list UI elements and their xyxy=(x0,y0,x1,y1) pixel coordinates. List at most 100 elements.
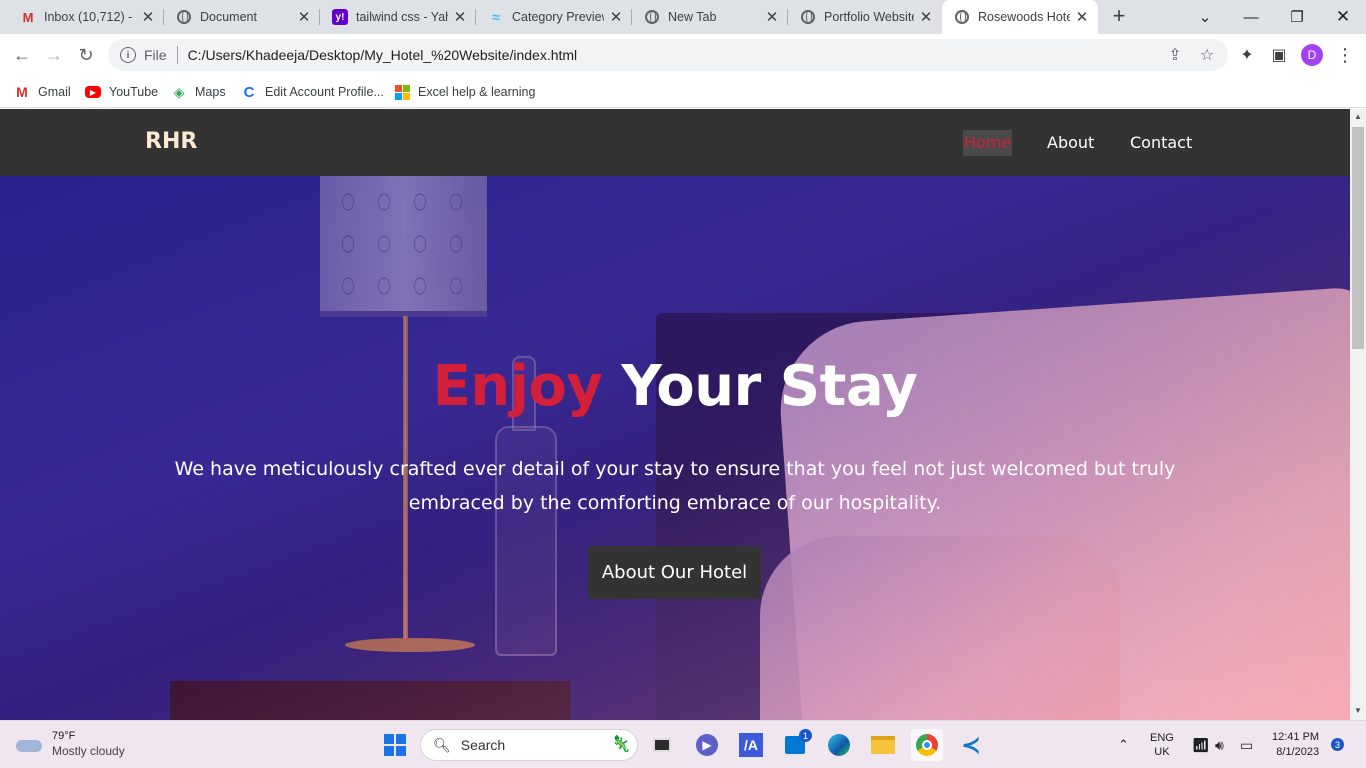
vscode-icon[interactable]: ≺ xyxy=(955,729,987,761)
tab-portfolio[interactable]: Portfolio Website ✕ xyxy=(788,0,942,34)
clock[interactable]: 12:41 PM 8/1/2023 xyxy=(1272,721,1319,768)
new-tab-button[interactable]: + xyxy=(1108,5,1130,28)
tab-title: New Tab xyxy=(668,10,717,24)
scroll-down-icon[interactable]: ▼ xyxy=(1354,707,1362,715)
hero-title-accent: Enjoy xyxy=(432,354,603,419)
show-hidden-icons[interactable]: ⌃ xyxy=(1118,721,1129,768)
back-arrow-icon[interactable]: ← xyxy=(10,43,34,67)
tab-new-tab[interactable]: New Tab ✕ xyxy=(632,0,788,34)
youtube-icon: ▶ xyxy=(85,86,101,98)
close-icon[interactable]: ✕ xyxy=(918,9,934,26)
maps-icon: ◈ xyxy=(173,83,185,100)
reload-icon[interactable]: ↻ xyxy=(74,43,98,67)
globe-icon xyxy=(800,9,816,25)
bookmark-excel-help[interactable]: Excel help & learning xyxy=(394,82,535,102)
taskbar-search[interactable]: 🔍︎ Search 🦎 xyxy=(420,729,638,761)
hero-overlay xyxy=(0,176,1350,720)
bookmark-label: Gmail xyxy=(38,85,71,99)
tab-title: Inbox (10,712) - d xyxy=(44,10,136,24)
task-view-icon[interactable] xyxy=(646,729,678,761)
microsoft-store-icon[interactable]: 1 xyxy=(779,729,812,761)
bookmark-label: Maps xyxy=(195,85,226,99)
hero-title-rest: Your Stay xyxy=(621,354,918,419)
nav-home[interactable]: Home xyxy=(963,130,1013,156)
tab-rosewoods[interactable]: Rosewoods Hote ✕ xyxy=(942,0,1098,34)
windows-start-icon[interactable] xyxy=(379,729,411,761)
url-text[interactable]: C:/Users/Khadeeja/Desktop/My_Hotel_%20We… xyxy=(188,47,578,63)
nav-contact[interactable]: Contact xyxy=(1129,130,1193,156)
bookmark-maps[interactable]: ◈ Maps xyxy=(171,82,226,102)
restore-button[interactable]: ❐ xyxy=(1274,0,1320,34)
windows-taskbar: 79°F Mostly cloudy 🔍︎ Search 🦎 ▶ /A 1 ≺ … xyxy=(0,720,1366,768)
info-icon[interactable]: i xyxy=(120,47,136,63)
divider xyxy=(176,46,178,64)
hero-title: Enjoy Your Stay xyxy=(0,354,1350,419)
side-panel-icon[interactable]: ▣ xyxy=(1270,46,1288,64)
minimize-button[interactable]: — xyxy=(1228,0,1274,34)
forward-arrow-icon[interactable]: → xyxy=(42,43,66,67)
close-icon[interactable]: ✕ xyxy=(764,9,780,26)
app-icon[interactable]: /A xyxy=(735,729,767,761)
tab-gmail[interactable]: M Inbox (10,712) - d ✕ xyxy=(8,0,164,34)
scroll-up-icon[interactable]: ▲ xyxy=(1354,113,1362,121)
chrome-icon[interactable] xyxy=(911,729,943,761)
share-icon[interactable]: ⇪ xyxy=(1166,46,1184,64)
tab-yahoo[interactable]: y! tailwind css - Yah ✕ xyxy=(320,0,476,34)
tab-title: Document xyxy=(200,10,257,24)
weather-temp: 79°F xyxy=(52,730,76,742)
browser-toolbar: ← → ↻ i File C:/Users/Khadeeja/Desktop/M… xyxy=(0,34,1366,76)
close-icon[interactable]: ✕ xyxy=(296,9,312,26)
tab-strip: M Inbox (10,712) - d ✕ Document ✕ y! tai… xyxy=(0,0,1366,34)
avatar[interactable]: D xyxy=(1301,44,1323,66)
hero-section: Enjoy Your Stay We have meticulously cra… xyxy=(0,176,1350,720)
language-indicator[interactable]: ENG UK xyxy=(1150,721,1174,768)
wifi-icon[interactable]: 📶︎ xyxy=(1192,721,1210,768)
page-scrollbar[interactable]: ▲ ▼ xyxy=(1350,109,1366,720)
gmail-icon: M xyxy=(22,9,34,25)
gmail-icon: M xyxy=(16,84,28,100)
close-window-button[interactable]: ✕ xyxy=(1320,0,1366,34)
bookmark-label: Edit Account Profile... xyxy=(265,85,384,99)
scrollbar-thumb[interactable] xyxy=(1352,127,1364,349)
teams-chat-icon[interactable]: ▶ xyxy=(691,729,723,761)
about-hotel-button[interactable]: About Our Hotel xyxy=(588,546,761,599)
tab-title: Category Preview xyxy=(512,10,604,24)
tab-document[interactable]: Document ✕ xyxy=(164,0,320,34)
site-navbar: RHR Home About Contact xyxy=(0,109,1350,176)
weather-widget[interactable]: 79°F Mostly cloudy xyxy=(14,729,125,759)
c-logo-icon: C xyxy=(243,83,255,101)
address-bar[interactable]: i File C:/Users/Khadeeja/Desktop/My_Hote… xyxy=(108,39,1228,71)
close-icon[interactable]: ✕ xyxy=(452,9,468,26)
bookmarks-bar: M Gmail ▶ YouTube ◈ Maps C Edit Account … xyxy=(0,76,1366,108)
site-logo[interactable]: RHR xyxy=(145,129,197,154)
volume-icon[interactable]: 🔊︎ xyxy=(1215,721,1224,768)
yahoo-icon: y! xyxy=(332,9,348,25)
battery-icon[interactable]: ▭ xyxy=(1240,721,1253,768)
edge-icon[interactable] xyxy=(823,729,855,761)
extensions-icon[interactable]: ✦ xyxy=(1238,46,1256,64)
globe-icon xyxy=(644,9,660,25)
close-icon[interactable]: ✕ xyxy=(608,9,624,26)
close-icon[interactable]: ✕ xyxy=(1074,9,1090,26)
tab-title: Rosewoods Hote xyxy=(978,10,1070,24)
scheme-label: File xyxy=(144,47,167,63)
tab-category-preview[interactable]: ≈ Category Preview ✕ xyxy=(476,0,632,34)
tab-search-icon[interactable]: ⌄ xyxy=(1182,0,1228,34)
bookmark-label: Excel help & learning xyxy=(418,85,536,99)
globe-icon xyxy=(954,9,970,25)
file-explorer-icon[interactable] xyxy=(867,729,899,761)
tailwind-icon: ≈ xyxy=(492,9,500,25)
search-icon: 🔍︎ xyxy=(433,736,451,753)
close-icon[interactable]: ✕ xyxy=(140,9,156,26)
bookmark-youtube[interactable]: ▶ YouTube xyxy=(85,82,158,102)
bookmark-gmail[interactable]: M Gmail xyxy=(14,82,71,102)
microsoft-icon xyxy=(394,84,410,100)
tab-title: Portfolio Website xyxy=(824,10,914,24)
menu-icon[interactable]: ⋮ xyxy=(1336,45,1354,65)
cloudy-weather-icon xyxy=(14,734,44,754)
search-highlight-icon: 🦎 xyxy=(611,736,631,753)
nav-about[interactable]: About xyxy=(1046,130,1095,156)
notification-badge[interactable]: 3 xyxy=(1331,738,1344,751)
bookmark-star-icon[interactable]: ☆ xyxy=(1198,46,1216,64)
bookmark-edit-account[interactable]: C Edit Account Profile... xyxy=(241,82,384,102)
